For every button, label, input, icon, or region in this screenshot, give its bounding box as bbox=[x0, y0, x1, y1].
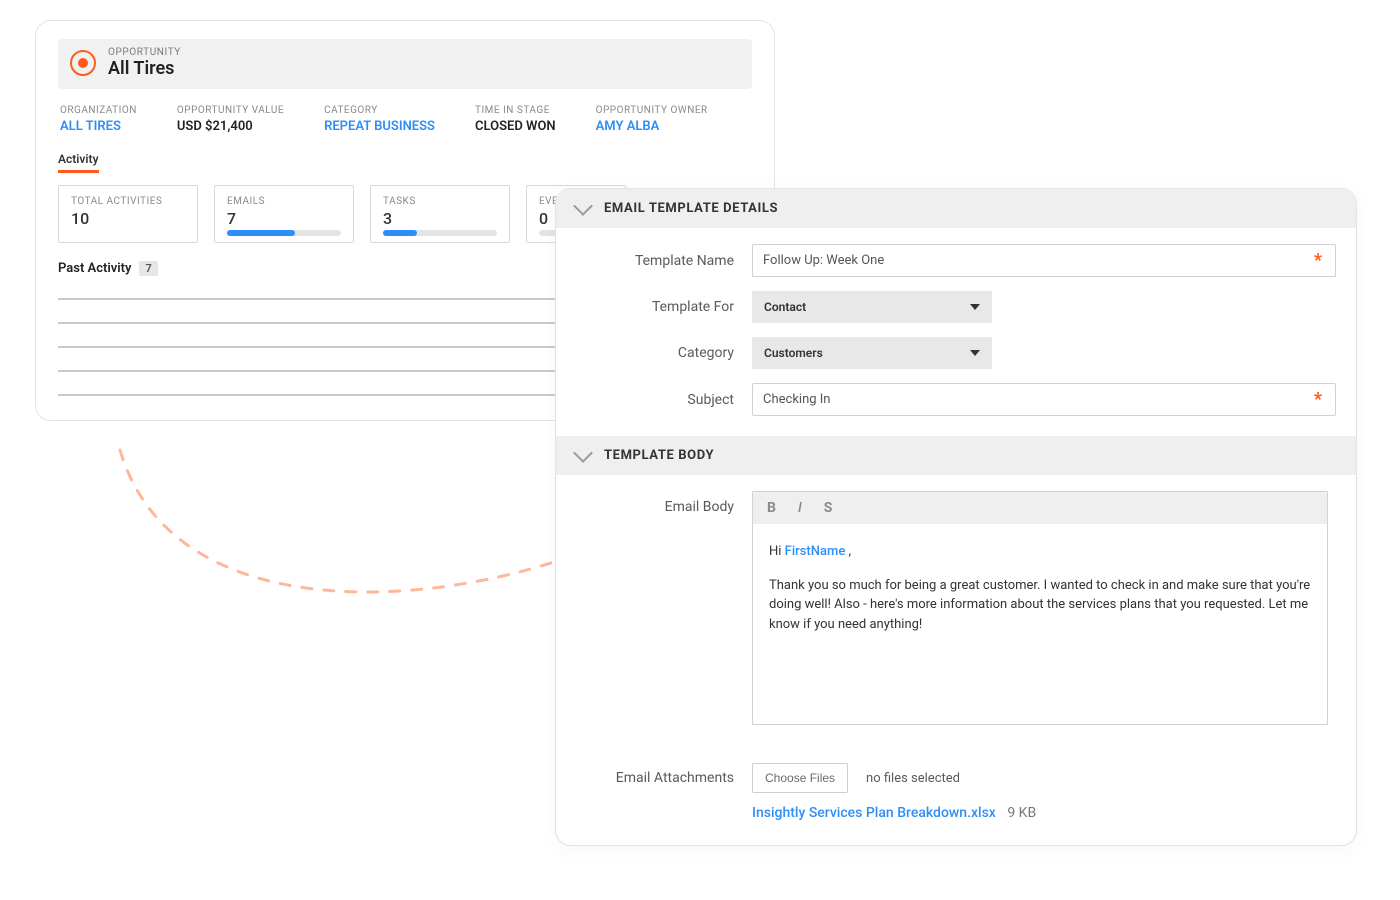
section-title: EMAIL TEMPLATE DETAILS bbox=[604, 201, 778, 216]
no-files-selected-text: no files selected bbox=[866, 771, 960, 786]
row-email-body: Email Body B I S Hi FirstName , Thank yo… bbox=[584, 491, 1328, 725]
choose-files-button[interactable]: Choose Files bbox=[752, 763, 848, 793]
meta-opportunity-value: OPPORTUNITY VALUE USD $21,400 bbox=[177, 105, 284, 134]
stat-value: 7 bbox=[227, 209, 341, 228]
stat-tasks[interactable]: TASKS 3 bbox=[370, 185, 510, 243]
tab-activity[interactable]: Activity bbox=[58, 152, 99, 173]
row-category: Category Customers bbox=[584, 337, 1328, 369]
stage-value: CLOSED WON bbox=[475, 119, 556, 134]
label-template-name: Template Name bbox=[584, 253, 734, 269]
opportunity-eyebrow: OPPORTUNITY bbox=[108, 47, 181, 58]
email-template-panel: EMAIL TEMPLATE DETAILS Template Name Fol… bbox=[555, 188, 1357, 846]
meta-label: TIME IN STAGE bbox=[475, 105, 556, 116]
organization-link[interactable]: ALL TIRES bbox=[60, 119, 137, 134]
stat-total-activities[interactable]: TOTAL ACTIVITIES 10 bbox=[58, 185, 198, 243]
email-body-editor[interactable]: B I S Hi FirstName , Thank you so much f… bbox=[752, 491, 1328, 725]
section-email-template-details[interactable]: EMAIL TEMPLATE DETAILS bbox=[556, 189, 1356, 228]
greeting-suffix: , bbox=[845, 544, 851, 559]
attachment-file-size: 9 KB bbox=[1007, 805, 1036, 821]
meta-time-in-stage: TIME IN STAGE CLOSED WON bbox=[475, 105, 556, 134]
attachment-file-link[interactable]: Insightly Services Plan Breakdown.xlsx bbox=[752, 805, 996, 821]
meta-category: CATEGORY REPEAT BUSINESS bbox=[324, 105, 435, 134]
section-title: TEMPLATE BODY bbox=[604, 448, 714, 463]
input-template-name[interactable]: Follow Up: Week One bbox=[752, 244, 1336, 277]
progress-fill bbox=[227, 230, 295, 236]
progress-fill bbox=[383, 230, 417, 236]
chevron-down-icon bbox=[573, 196, 593, 216]
label-subject: Subject bbox=[584, 392, 734, 408]
label-category: Category bbox=[584, 345, 734, 361]
opportunity-value: USD $21,400 bbox=[177, 119, 284, 134]
editor-content[interactable]: Hi FirstName , Thank you so much for bei… bbox=[753, 524, 1327, 724]
section-template-body[interactable]: TEMPLATE BODY bbox=[556, 436, 1356, 475]
attachment-file-row: Insightly Services Plan Breakdown.xlsx 9… bbox=[556, 793, 1356, 821]
row-template-for: Template For Contact bbox=[584, 291, 1328, 323]
stat-value: 3 bbox=[383, 209, 497, 228]
stat-label: EMAILS bbox=[227, 196, 341, 207]
caret-down-icon bbox=[970, 304, 980, 310]
category-link[interactable]: REPEAT BUSINESS bbox=[324, 119, 435, 134]
progress-track bbox=[383, 230, 497, 236]
select-value: Contact bbox=[764, 300, 806, 314]
editor-toolbar: B I S bbox=[753, 492, 1327, 524]
stat-label: TASKS bbox=[383, 196, 497, 207]
connector-curve bbox=[110, 440, 570, 610]
label-email-body: Email Body bbox=[584, 491, 734, 515]
opportunity-header: OPPORTUNITY All Tires bbox=[58, 39, 752, 89]
row-email-attachments: Email Attachments Choose Files no files … bbox=[556, 745, 1356, 793]
progress-track bbox=[227, 230, 341, 236]
opportunity-meta-row: ORGANIZATION ALL TIRES OPPORTUNITY VALUE… bbox=[58, 105, 752, 138]
required-star-icon: * bbox=[1314, 389, 1322, 410]
meta-label: ORGANIZATION bbox=[60, 105, 137, 116]
select-template-for[interactable]: Contact bbox=[752, 291, 992, 323]
toolbar-strike-button[interactable]: S bbox=[824, 500, 833, 516]
template-body-form: Email Body B I S Hi FirstName , Thank yo… bbox=[556, 475, 1356, 745]
select-value: Customers bbox=[764, 346, 823, 360]
meta-owner: OPPORTUNITY OWNER AMY ALBA bbox=[596, 105, 708, 134]
caret-down-icon bbox=[970, 350, 980, 356]
stat-label: TOTAL ACTIVITIES bbox=[71, 196, 185, 207]
opportunity-header-text: OPPORTUNITY All Tires bbox=[108, 47, 181, 79]
owner-link[interactable]: AMY ALBA bbox=[596, 119, 708, 134]
meta-label: CATEGORY bbox=[324, 105, 435, 116]
meta-organization: ORGANIZATION ALL TIRES bbox=[60, 105, 137, 134]
opportunity-target-icon bbox=[70, 50, 96, 76]
greeting-prefix: Hi bbox=[769, 544, 785, 559]
select-category[interactable]: Customers bbox=[752, 337, 992, 369]
row-subject: Subject Checking In * bbox=[584, 383, 1328, 416]
toolbar-bold-button[interactable]: B bbox=[767, 500, 776, 516]
meta-label: OPPORTUNITY VALUE bbox=[177, 105, 284, 116]
chevron-down-icon bbox=[573, 443, 593, 463]
row-template-name: Template Name Follow Up: Week One * bbox=[584, 244, 1328, 277]
label-template-for: Template For bbox=[584, 299, 734, 315]
past-activity-label: Past Activity bbox=[58, 261, 131, 276]
template-details-form: Template Name Follow Up: Week One * Temp… bbox=[556, 228, 1356, 436]
opportunity-title: All Tires bbox=[108, 58, 181, 79]
stat-emails[interactable]: EMAILS 7 bbox=[214, 185, 354, 243]
label-attachments: Email Attachments bbox=[584, 770, 734, 786]
meta-label: OPPORTUNITY OWNER bbox=[596, 105, 708, 116]
required-star-icon: * bbox=[1314, 250, 1322, 271]
stat-value: 10 bbox=[71, 209, 185, 228]
merge-field-firstname[interactable]: FirstName bbox=[785, 544, 846, 559]
input-subject[interactable]: Checking In bbox=[752, 383, 1336, 416]
toolbar-italic-button[interactable]: I bbox=[798, 500, 802, 516]
past-activity-count: 7 bbox=[139, 261, 157, 276]
body-paragraph: Thank you so much for being a great cust… bbox=[769, 576, 1311, 635]
